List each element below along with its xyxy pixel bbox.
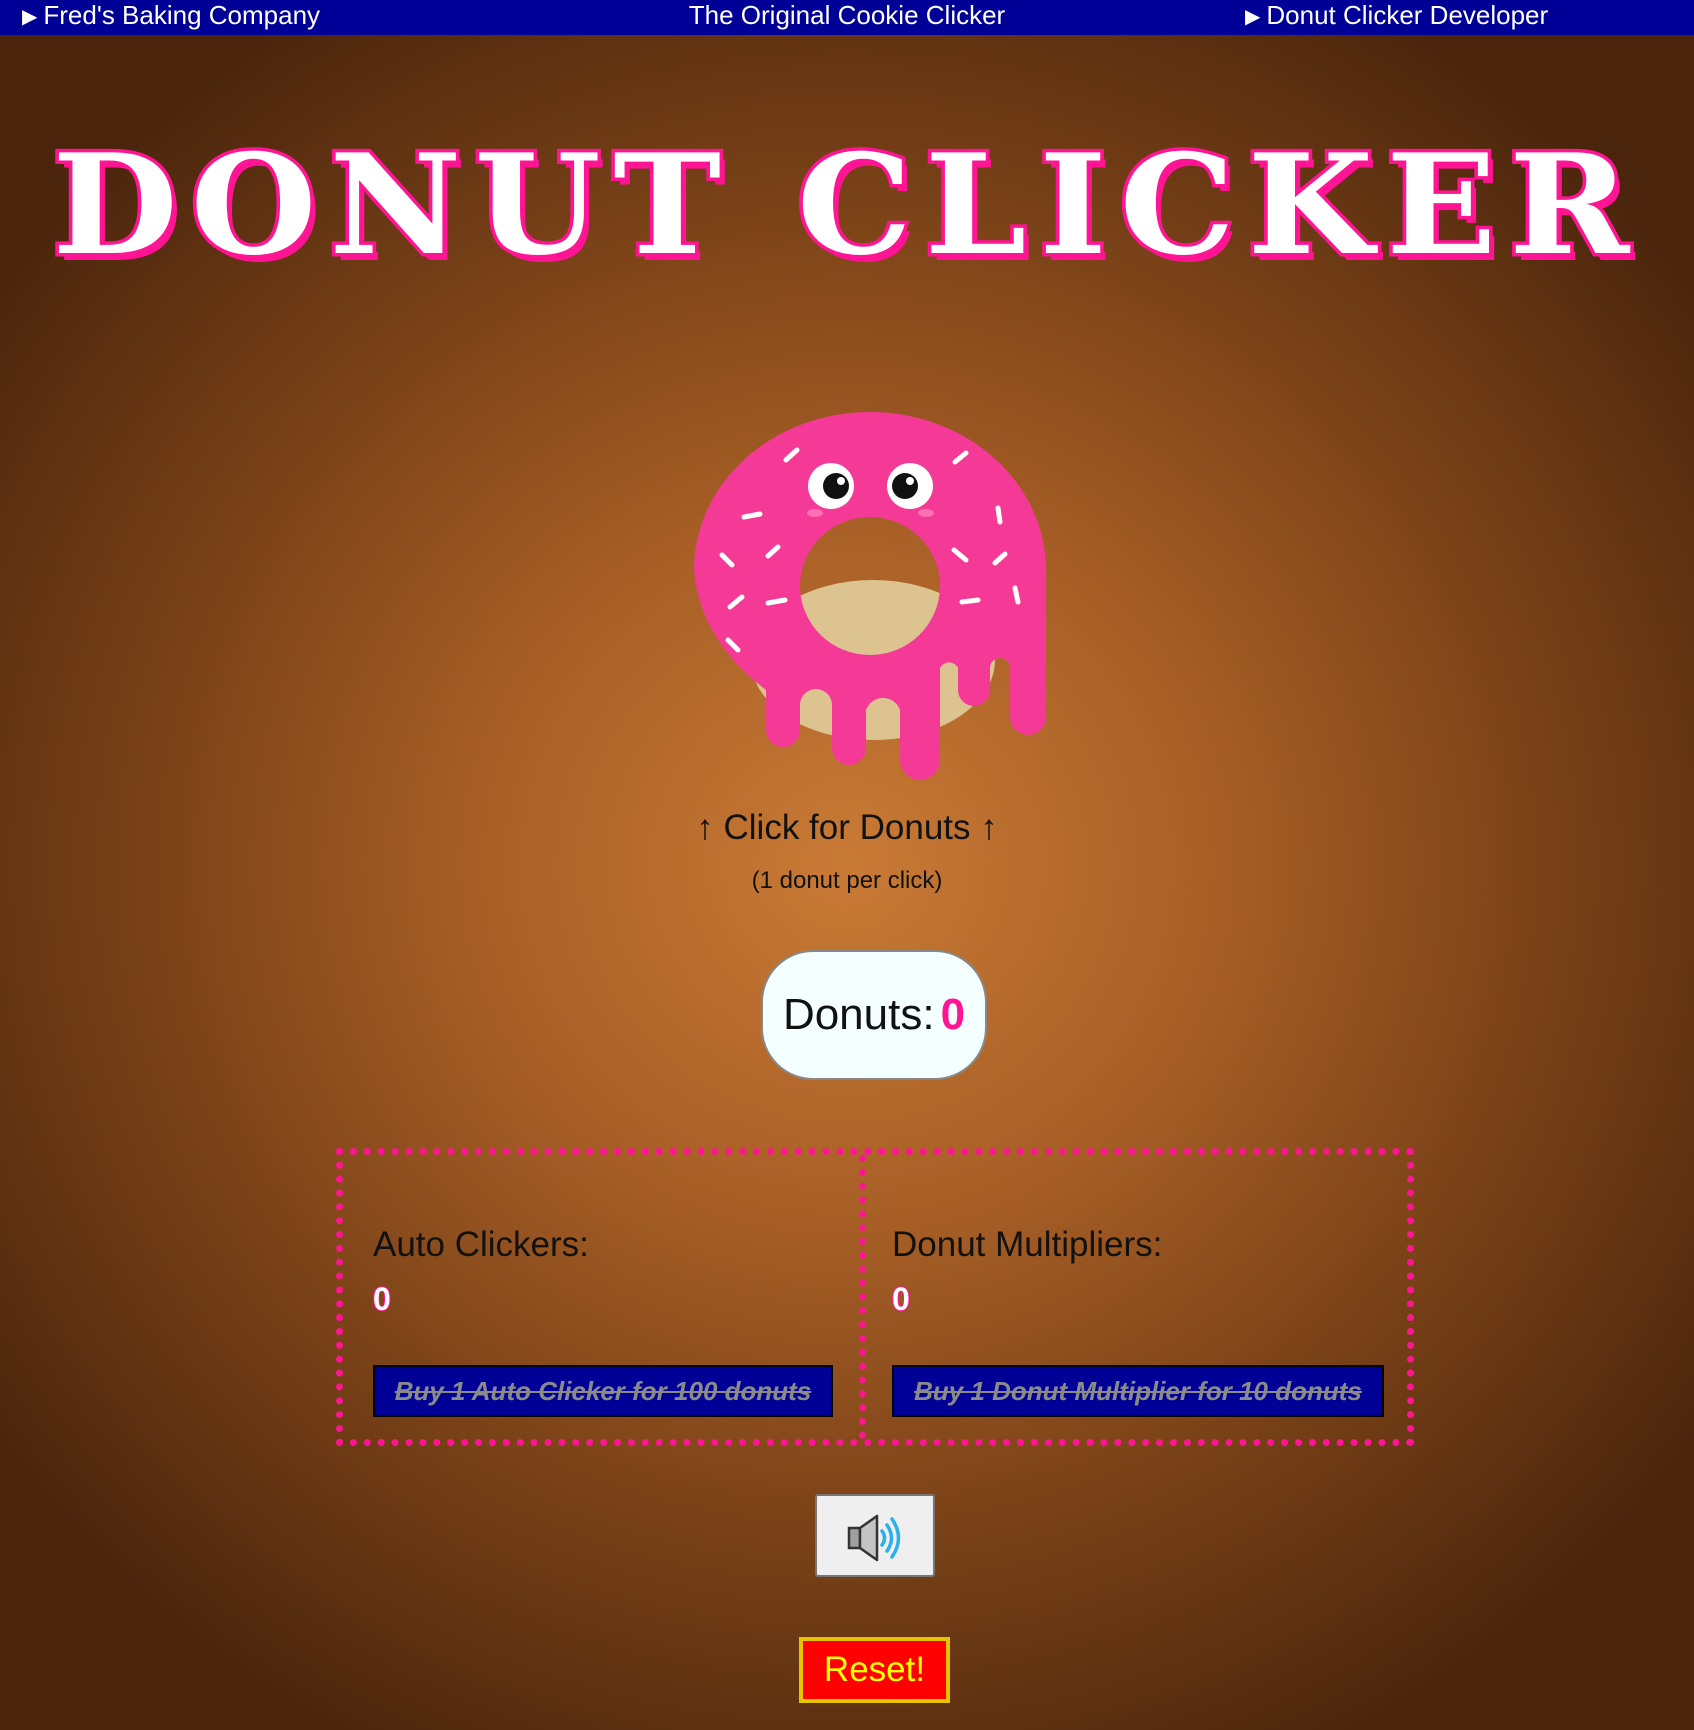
multiplier-label: Donut Multipliers: [892, 1225, 1163, 1264]
click-hint: ↑ Click for Donuts ↑ [696, 808, 998, 847]
nav-link-label: Donut Clicker Developer [1266, 0, 1549, 30]
donuts-per-click: (1 donut per click) [751, 867, 943, 894]
top-nav-bar: ▶ Fred's Baking Company The Original Cook… [0, 0, 1694, 35]
donut-counter: Donuts: 0 [761, 950, 987, 1080]
donut-counter-label: Donuts: [782, 990, 935, 1039]
reset-button[interactable]: Reset! [799, 1637, 950, 1703]
page-title: DONUT CLICKER [48, 123, 1642, 286]
donut-icon [694, 412, 1046, 780]
donut-click-button[interactable] [688, 405, 1058, 790]
shop-panel: Auto Clickers: 0 Buy 1 Auto Clicker for … [336, 1148, 1414, 1446]
nav-link-developer[interactable]: ▶ Donut Clicker Developer [1245, 0, 1548, 33]
donut-count-value: 0 [940, 990, 966, 1039]
speaker-icon [847, 1514, 901, 1562]
nav-link-label: The Original Cookie Clicker [688, 0, 1006, 30]
auto-clicker-label: Auto Clickers: [373, 1225, 589, 1264]
sound-toggle-button[interactable] [815, 1494, 935, 1577]
buy-auto-clicker-button[interactable]: Buy 1 Auto Clicker for 100 donuts [373, 1365, 833, 1417]
multiplier-count: 0 [891, 1280, 911, 1318]
title-container: DONUT CLICKER [0, 123, 1694, 286]
shop-divider [859, 1155, 866, 1439]
auto-clicker-count: 0 [372, 1280, 392, 1318]
triangle-right-icon: ▶ [1245, 6, 1261, 28]
buy-multiplier-button[interactable]: Buy 1 Donut Multiplier for 10 donuts [892, 1365, 1384, 1417]
